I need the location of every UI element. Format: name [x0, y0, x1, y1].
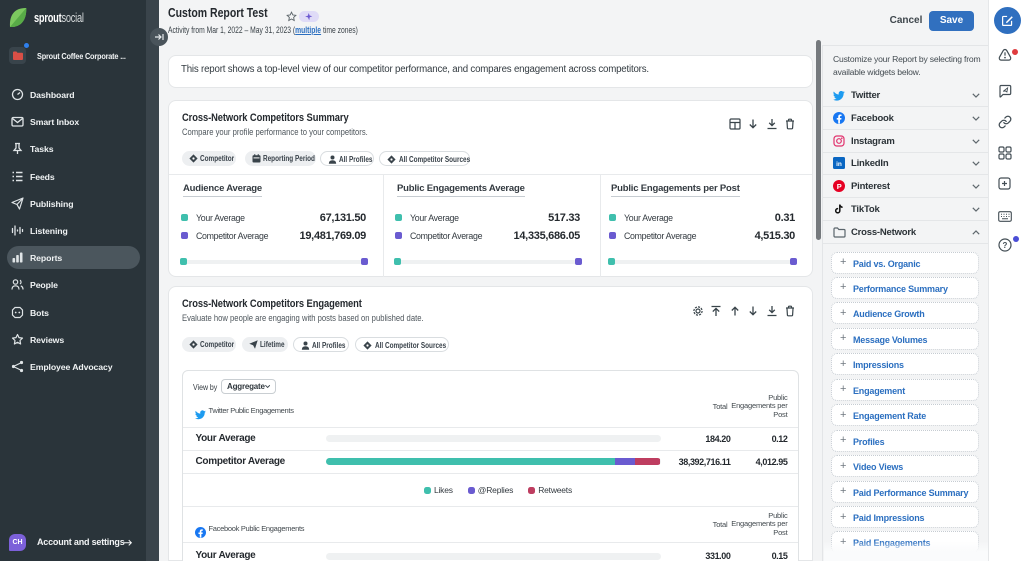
svg-text:in: in — [836, 161, 842, 168]
svg-text:?: ? — [1003, 241, 1008, 250]
svg-text:P: P — [837, 182, 842, 191]
